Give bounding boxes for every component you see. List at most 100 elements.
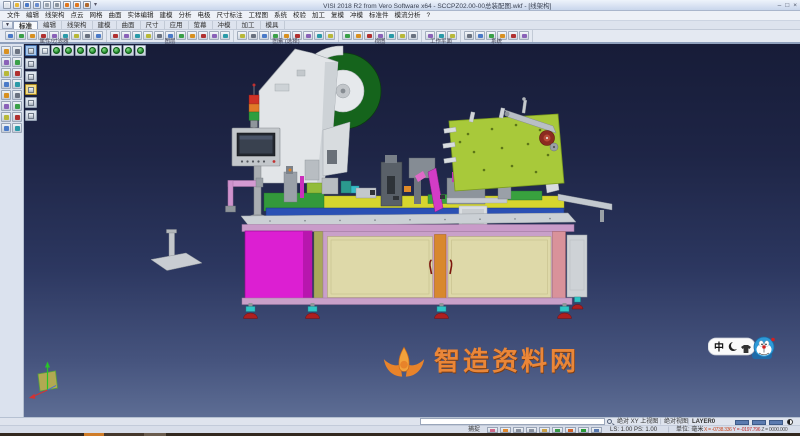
menu-item[interactable]: 网格 bbox=[87, 11, 106, 21]
menu-item[interactable]: ? bbox=[424, 11, 434, 21]
ribbon-tool-icon[interactable] bbox=[237, 31, 247, 40]
new-file-icon[interactable] bbox=[3, 1, 11, 9]
menu-item[interactable]: 编辑 bbox=[23, 11, 42, 21]
ribbon-tool-icon[interactable] bbox=[259, 31, 269, 40]
sidebar-tool-icon[interactable] bbox=[12, 68, 22, 78]
ribbon-tool-icon[interactable] bbox=[475, 31, 485, 40]
maximize-button[interactable]: □ bbox=[785, 1, 789, 10]
ribbon-tool-icon[interactable] bbox=[5, 31, 15, 40]
ribbon-tool-icon[interactable] bbox=[464, 31, 474, 40]
sidebar-tool-icon[interactable] bbox=[1, 46, 11, 56]
menu-item[interactable]: 分析 bbox=[176, 11, 195, 21]
stamp-icon[interactable] bbox=[83, 1, 91, 9]
sidebar-tool-icon[interactable] bbox=[1, 101, 11, 111]
toolbar-tab[interactable]: 冲模 bbox=[213, 21, 237, 29]
sidebar-tool-icon[interactable] bbox=[1, 90, 11, 100]
view-preset-2[interactable] bbox=[752, 420, 766, 425]
view-orientation-icon[interactable] bbox=[75, 45, 86, 56]
ribbon-tool-icon[interactable] bbox=[132, 31, 142, 40]
view-orientation-icon[interactable] bbox=[51, 45, 62, 56]
viewport-canvas[interactable]: 智造资料网 中 bbox=[24, 44, 800, 417]
sidebar-tool-icon[interactable] bbox=[12, 90, 22, 100]
view-preset-1[interactable] bbox=[735, 420, 749, 425]
sidebar-tool-icon[interactable] bbox=[12, 46, 22, 56]
redo-icon[interactable] bbox=[73, 1, 81, 9]
menu-item[interactable]: 建模 bbox=[157, 11, 176, 21]
display-option-icon[interactable] bbox=[25, 84, 37, 95]
sidebar-tool-icon[interactable] bbox=[1, 68, 11, 78]
sidebar-tool-icon[interactable] bbox=[1, 123, 11, 133]
close-button[interactable]: × bbox=[793, 1, 797, 10]
ribbon-tool-icon[interactable] bbox=[397, 31, 407, 40]
menu-item[interactable]: 模流分析 bbox=[392, 11, 424, 21]
menu-item[interactable]: 文件 bbox=[4, 11, 23, 21]
ribbon-tool-icon[interactable] bbox=[519, 31, 529, 40]
print-icon[interactable] bbox=[53, 1, 61, 9]
open-file-icon[interactable] bbox=[13, 1, 21, 9]
ime-language-button[interactable]: 中 bbox=[714, 341, 724, 354]
import-icon[interactable] bbox=[43, 1, 51, 9]
menu-item[interactable]: 系统 bbox=[271, 11, 290, 21]
ribbon-tool-icon[interactable] bbox=[176, 31, 186, 40]
sidebar-tool-icon[interactable] bbox=[12, 123, 22, 133]
view-orientation-icon[interactable] bbox=[111, 45, 122, 56]
sidebar-tool-icon[interactable] bbox=[1, 57, 11, 67]
menu-item[interactable]: 线架构 bbox=[42, 11, 68, 21]
display-option-icon[interactable] bbox=[25, 110, 37, 121]
save-icon[interactable] bbox=[23, 1, 31, 9]
ribbon-tool-icon[interactable] bbox=[342, 31, 352, 40]
ribbon-tool-icon[interactable] bbox=[508, 31, 518, 40]
toolbar-tab[interactable]: 线架构 bbox=[62, 21, 93, 29]
ribbon-tool-icon[interactable] bbox=[110, 31, 120, 40]
view-orientation-icon[interactable] bbox=[99, 45, 110, 56]
sidebar-tool-icon[interactable] bbox=[12, 101, 22, 111]
view-mode-icon[interactable] bbox=[39, 45, 50, 56]
ribbon-tool-icon[interactable] bbox=[27, 31, 37, 40]
ribbon-tool-icon[interactable] bbox=[143, 31, 153, 40]
toolbar-tab[interactable]: 应用 bbox=[165, 21, 189, 29]
display-option-icon[interactable] bbox=[25, 58, 37, 69]
toolbar-tab[interactable]: 尺寸 bbox=[141, 21, 165, 29]
ribbon-tool-icon[interactable] bbox=[386, 31, 396, 40]
command-input[interactable] bbox=[420, 418, 605, 425]
toolbar-tab[interactable]: 曲面 bbox=[117, 21, 141, 29]
display-option-icon[interactable] bbox=[25, 71, 37, 82]
machine-assembly-model[interactable] bbox=[24, 44, 800, 417]
ribbon-tool-icon[interactable] bbox=[303, 31, 313, 40]
menu-item[interactable]: 点云 bbox=[68, 11, 87, 21]
sidebar-tool-icon[interactable] bbox=[1, 112, 11, 122]
workbench[interactable] bbox=[241, 213, 576, 305]
menu-item[interactable]: 加工 bbox=[309, 11, 328, 21]
ribbon-tool-icon[interactable] bbox=[121, 31, 131, 40]
ribbon-tool-icon[interactable] bbox=[314, 31, 324, 40]
view-preset-3[interactable] bbox=[769, 420, 783, 425]
toolbar-tab[interactable]: 建模 bbox=[93, 21, 117, 29]
ribbon-tool-icon[interactable] bbox=[71, 31, 81, 40]
ribbon-tool-icon[interactable] bbox=[248, 31, 258, 40]
ribbon-tool-icon[interactable] bbox=[82, 31, 92, 40]
toolbar-tab[interactable]: 标准 bbox=[13, 21, 38, 29]
view-orientation-icon[interactable] bbox=[63, 45, 74, 56]
display-option-icon[interactable] bbox=[25, 97, 37, 108]
ribbon-tool-icon[interactable] bbox=[408, 31, 418, 40]
menu-item[interactable]: 标准件 bbox=[366, 11, 392, 21]
sidebar-tool-icon[interactable] bbox=[12, 57, 22, 67]
ribbon-tool-icon[interactable] bbox=[325, 31, 335, 40]
ime-toolbar[interactable]: 中 bbox=[708, 334, 776, 364]
ribbon-tool-icon[interactable] bbox=[16, 31, 26, 40]
toolbar-tab[interactable]: 萤幕 bbox=[189, 21, 213, 29]
ribbon-tool-icon[interactable] bbox=[198, 31, 208, 40]
minimize-button[interactable]: – bbox=[778, 1, 782, 10]
search-icon[interactable] bbox=[607, 419, 612, 424]
view-orientation-icon[interactable] bbox=[87, 45, 98, 56]
menu-item[interactable]: 复模 bbox=[328, 11, 347, 21]
menu-item[interactable]: 实体编辑 bbox=[125, 11, 157, 21]
sidebar-tool-icon[interactable] bbox=[12, 79, 22, 89]
toolbar-tab[interactable]: 编辑 bbox=[38, 21, 62, 29]
toolbar-dropdown-icon[interactable]: ▼ bbox=[2, 21, 13, 29]
menu-item[interactable]: 电极 bbox=[195, 11, 214, 21]
ribbon-tool-icon[interactable] bbox=[353, 31, 363, 40]
ribbon-tool-icon[interactable] bbox=[187, 31, 197, 40]
sidebar-tool-icon[interactable] bbox=[12, 112, 22, 122]
ribbon-tool-icon[interactable] bbox=[364, 31, 374, 40]
